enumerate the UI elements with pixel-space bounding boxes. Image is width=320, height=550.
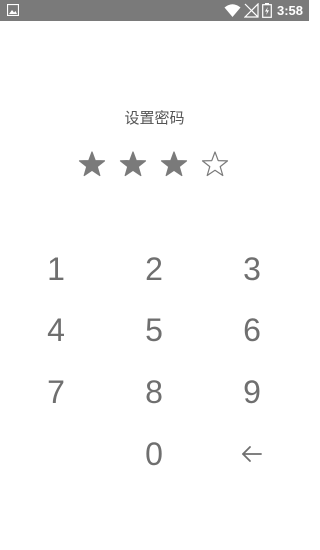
back-arrow-icon [242, 446, 262, 462]
gallery-icon [7, 4, 19, 16]
pin-indicator [78, 150, 238, 180]
wifi-icon [224, 4, 241, 17]
key-2[interactable]: 2 [114, 244, 194, 294]
key-0[interactable]: 0 [114, 429, 194, 479]
status-bar: 3:58 [0, 0, 309, 21]
star-filled-icon [78, 151, 106, 177]
key-5[interactable]: 5 [114, 305, 194, 355]
star-filled-icon [119, 151, 147, 177]
key-7[interactable]: 7 [16, 367, 96, 417]
key-9[interactable]: 9 [212, 367, 292, 417]
key-8[interactable]: 8 [114, 367, 194, 417]
backspace-button[interactable] [212, 429, 292, 479]
page-title: 设置密码 [124, 110, 185, 127]
key-3[interactable]: 3 [212, 244, 292, 294]
status-time: 3:58 [277, 3, 304, 18]
star-empty-icon [201, 151, 229, 177]
set-password-screen: 3:58 设置密码 1 2 3 4 5 6 7 8 9 0 [0, 0, 309, 550]
battery-icon [262, 3, 272, 18]
key-1[interactable]: 1 [16, 244, 96, 294]
signal-icon [244, 3, 259, 18]
star-filled-icon [160, 151, 188, 177]
key-4[interactable]: 4 [16, 305, 96, 355]
key-6[interactable]: 6 [212, 305, 292, 355]
